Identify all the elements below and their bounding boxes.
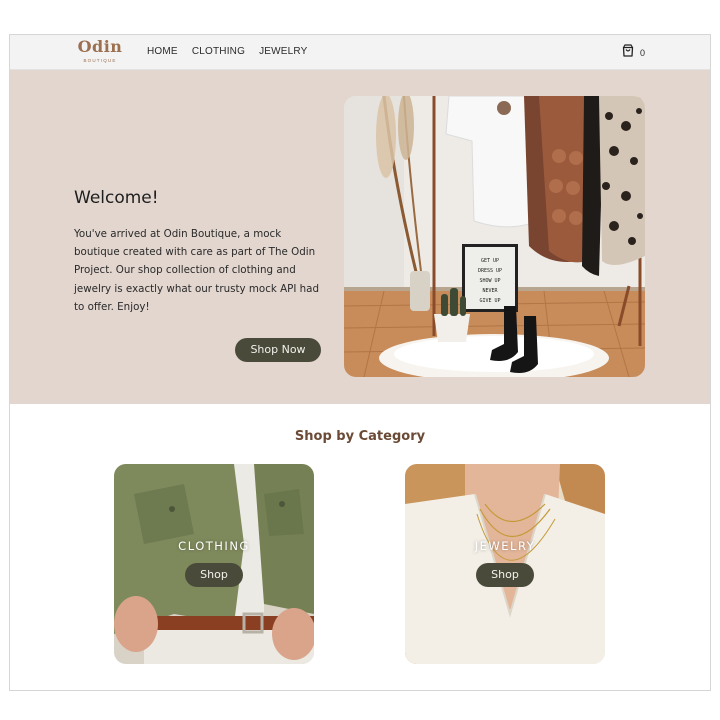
shop-clothing-button[interactable]: Shop bbox=[185, 563, 243, 587]
letterboard-line: GET UP bbox=[481, 258, 499, 264]
category-card-clothing[interactable]: CLOTHING Shop bbox=[114, 464, 314, 664]
category-title-clothing: CLOTHING bbox=[178, 539, 250, 553]
category-card-jewelry[interactable]: JEWELRY Shop bbox=[405, 464, 605, 664]
letterboard-line: DRESS UP bbox=[478, 268, 502, 274]
letterboard-line: NEVER bbox=[482, 288, 498, 294]
category-heading: Shop by Category bbox=[294, 429, 426, 444]
shopping-bag-icon bbox=[622, 44, 634, 62]
hero-image: GET UP DRESS UP SHOW UP NEVER GIVE UP bbox=[344, 96, 645, 377]
letterboard-line: SHOW UP bbox=[479, 278, 500, 284]
nav-link-clothing[interactable]: CLOTHING bbox=[192, 46, 245, 57]
cart-count: 0 bbox=[640, 48, 646, 58]
shop-now-button[interactable]: Shop Now bbox=[235, 338, 321, 362]
hero-section: Welcome! You've arrived at Odin Boutique… bbox=[10, 70, 710, 404]
browser-viewport: Odin BOUTIQUE HOME CLOTHING JEWELRY 0 We… bbox=[9, 34, 711, 691]
hero-description: You've arrived at Odin Boutique, a mock … bbox=[74, 228, 320, 313]
nav-link-jewelry[interactable]: JEWELRY bbox=[259, 46, 307, 57]
hero-title: Welcome! bbox=[74, 188, 159, 208]
logo-subtitle: BOUTIQUE bbox=[83, 58, 117, 63]
letterboard-line: GIVE UP bbox=[479, 298, 500, 304]
logo-wordmark: Odin bbox=[77, 37, 123, 56]
navbar: Odin BOUTIQUE HOME CLOTHING JEWELRY 0 bbox=[10, 35, 710, 70]
logo[interactable]: Odin BOUTIQUE bbox=[74, 39, 126, 67]
shop-jewelry-button[interactable]: Shop bbox=[476, 563, 534, 587]
category-title-jewelry: JEWELRY bbox=[474, 539, 536, 553]
nav-links: HOME CLOTHING JEWELRY bbox=[147, 46, 308, 57]
cart-button[interactable]: 0 bbox=[622, 44, 645, 62]
nav-link-home[interactable]: HOME bbox=[147, 46, 178, 57]
